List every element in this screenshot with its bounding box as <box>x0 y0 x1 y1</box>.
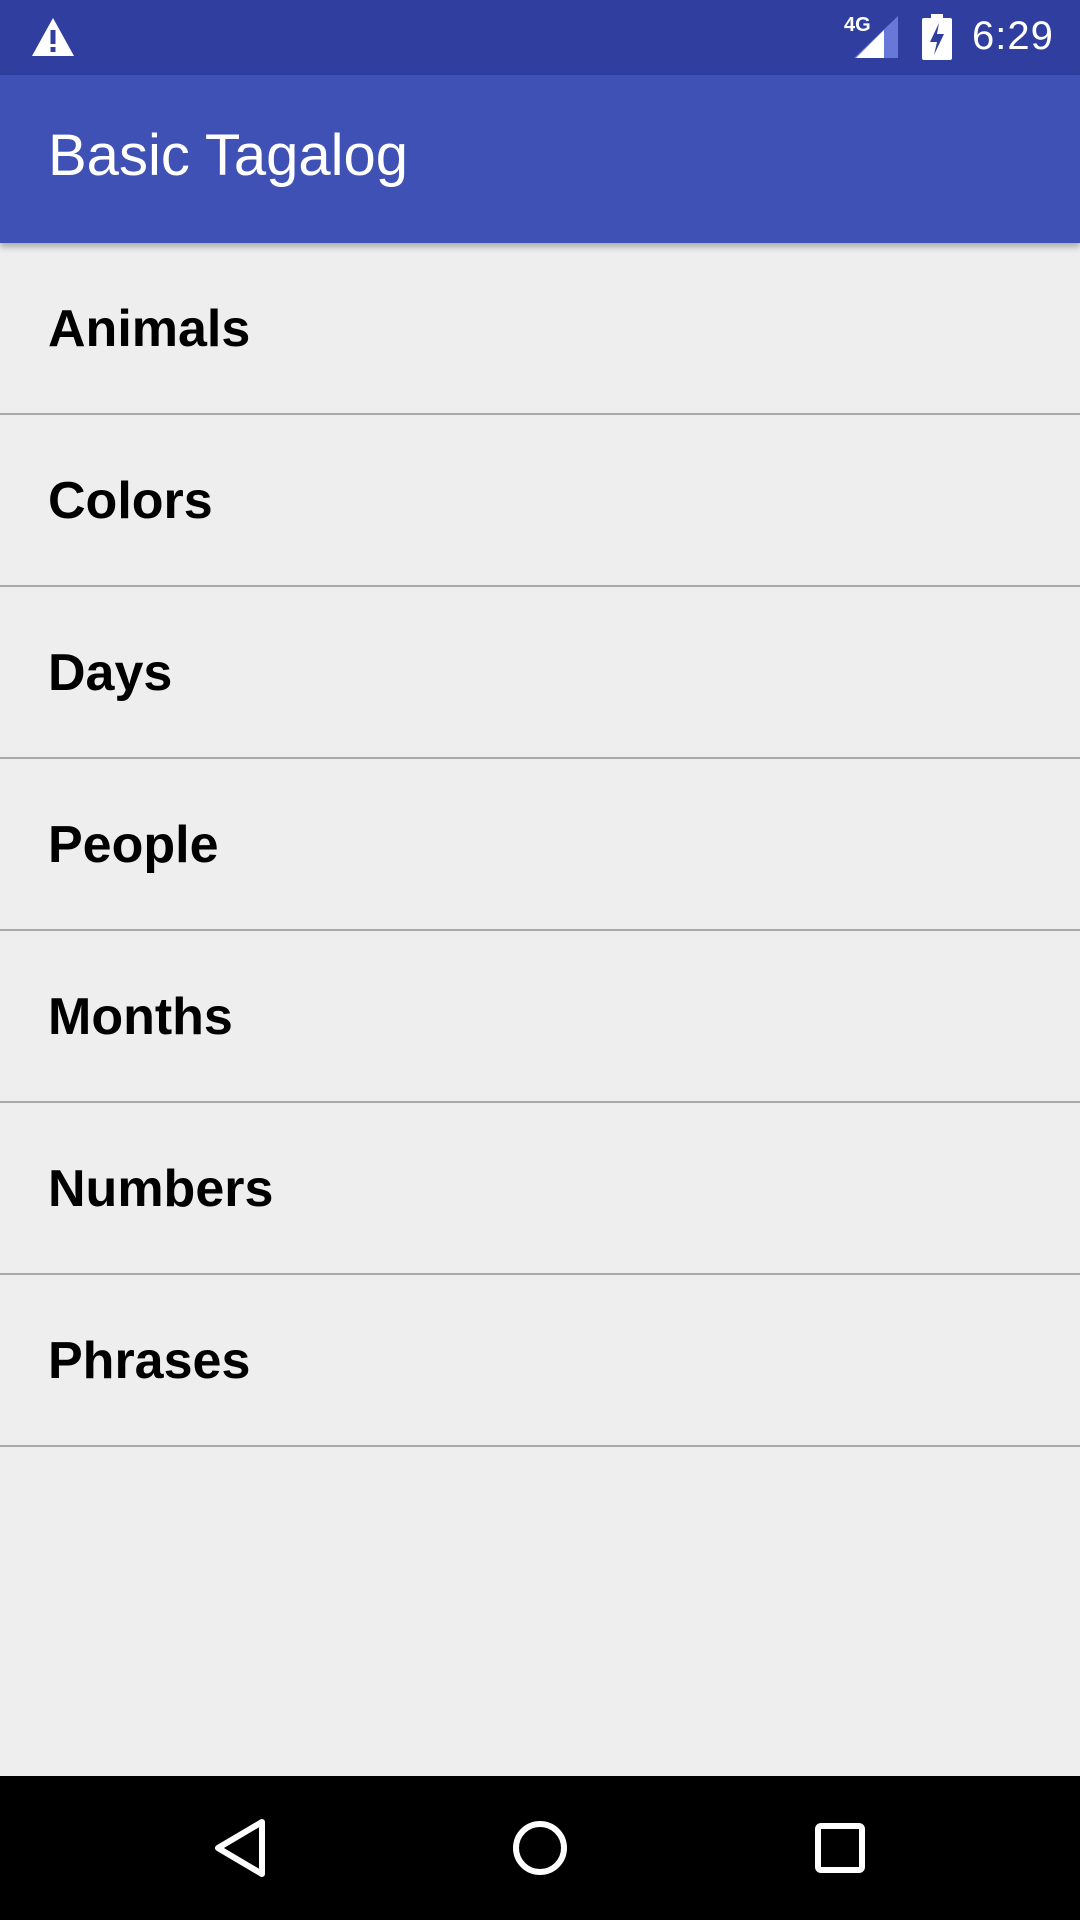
list-item-label: People <box>48 816 219 874</box>
list-item-colors[interactable]: Colors <box>0 415 1080 587</box>
app-bar: Basic Tagalog <box>0 75 1080 243</box>
list-item-label: Numbers <box>48 1160 274 1218</box>
list-item-label: Animals <box>48 300 251 358</box>
recents-button[interactable] <box>795 1803 885 1893</box>
list-item-label: Days <box>48 644 173 702</box>
back-button[interactable] <box>195 1803 285 1893</box>
recents-square-icon <box>815 1823 865 1873</box>
status-bar: 4G 6:29 <box>0 0 1080 75</box>
warning-icon <box>32 18 74 56</box>
status-time: 6:29 <box>972 14 1054 58</box>
cell-signal-icon <box>854 16 898 58</box>
home-circle-icon <box>513 1821 567 1875</box>
battery-charging-icon <box>922 14 952 60</box>
list-item-months[interactable]: Months <box>0 931 1080 1103</box>
list-item-label: Months <box>48 988 233 1046</box>
list-item-days[interactable]: Days <box>0 587 1080 759</box>
list-item-label: Phrases <box>48 1332 251 1390</box>
category-list: Animals Colors Days People Months Number… <box>0 243 1080 1447</box>
list-item-animals[interactable]: Animals <box>0 243 1080 415</box>
list-item-label: Colors <box>48 472 213 530</box>
app-title: Basic Tagalog <box>48 123 409 188</box>
list-item-numbers[interactable]: Numbers <box>0 1103 1080 1275</box>
list-item-phrases[interactable]: Phrases <box>0 1275 1080 1447</box>
screen: 4G 6:29 Basic Tagalog Animals Colors Day… <box>0 0 1080 1920</box>
home-button[interactable] <box>495 1803 585 1893</box>
list-item-people[interactable]: People <box>0 759 1080 931</box>
back-triangle-icon <box>215 1819 265 1877</box>
navigation-bar <box>0 1776 1080 1920</box>
